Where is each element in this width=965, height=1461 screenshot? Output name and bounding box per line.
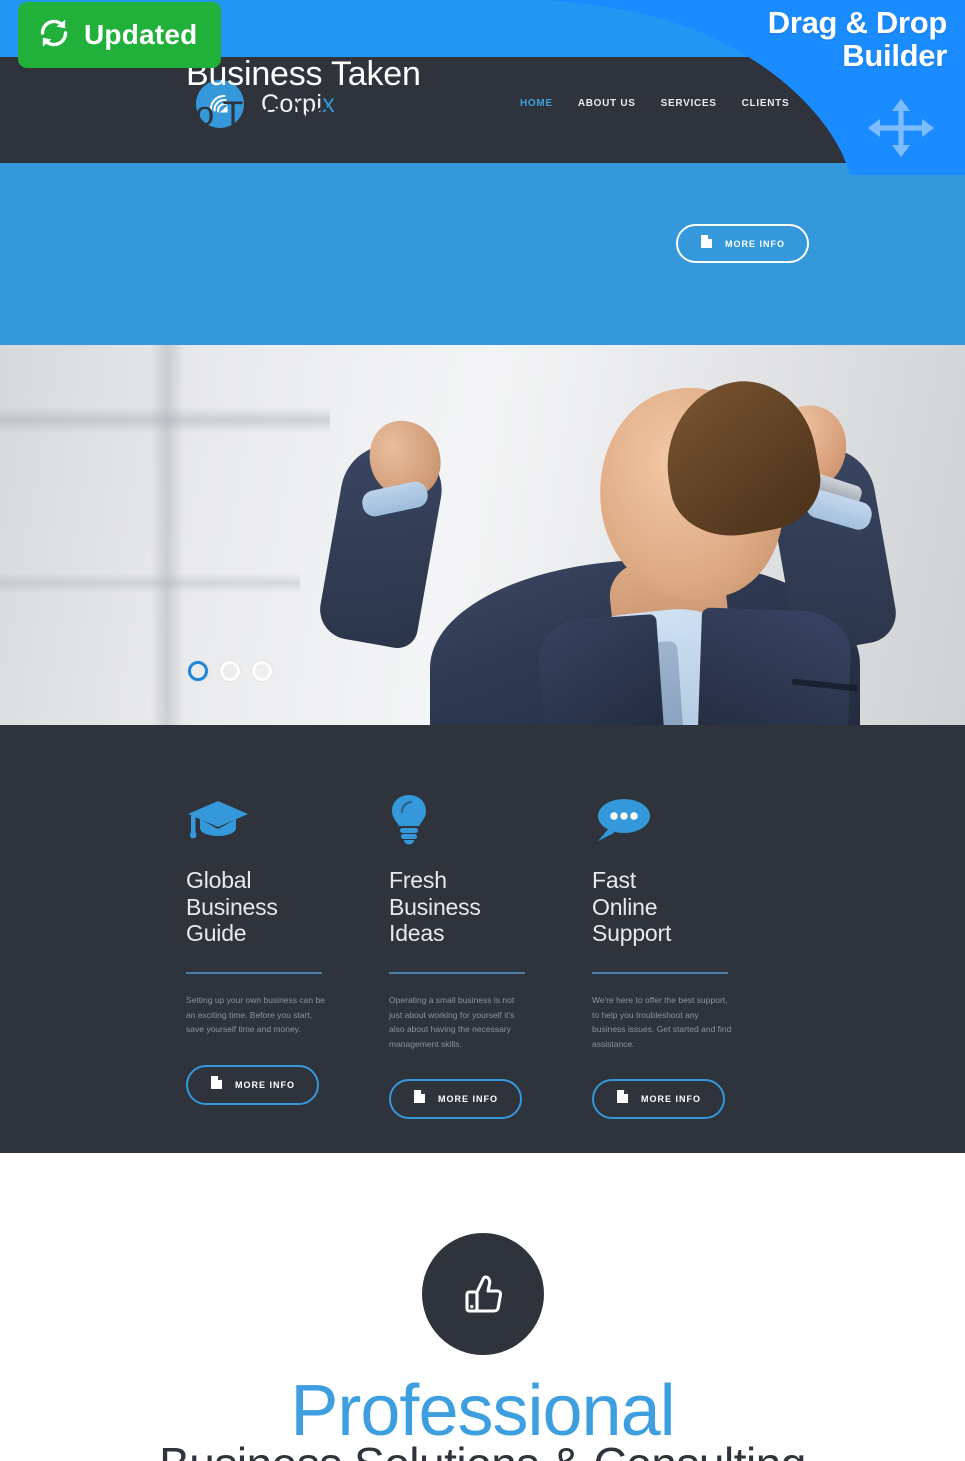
slider-dot-2[interactable] — [220, 661, 240, 681]
nav-item-services[interactable]: SERVICES — [661, 98, 717, 109]
updated-badge-label: Updated — [84, 19, 198, 50]
hero-more-info-label: MORE INFO — [725, 238, 785, 249]
intro-section: Professional Business Solutions & Consul… — [0, 1153, 965, 1461]
feature-divider — [389, 972, 525, 975]
feature-description: Operating a small business is not just a… — [389, 995, 515, 1049]
document-icon — [700, 234, 713, 254]
slider-dot-3[interactable] — [252, 661, 272, 681]
slider-pagination — [188, 661, 272, 681]
photo-background-rail-mid — [0, 573, 300, 593]
feature-title: Fresh Business Ideas — [389, 867, 481, 947]
photo-subject-left-lapel — [536, 613, 664, 735]
feature-divider — [186, 972, 322, 975]
features-grid: Global Business Guide Setting up your ow… — [186, 787, 795, 1120]
main-navigation: HOME ABOUT US SERVICES CLIENTS BLOG CONT… — [520, 98, 931, 109]
photo-background-rail-top — [0, 407, 330, 433]
nav-item-home[interactable]: HOME — [520, 98, 553, 109]
slider-dot-1[interactable] — [188, 661, 208, 681]
feature-title: Fast Online Support — [592, 867, 672, 947]
document-icon — [210, 1075, 223, 1095]
feature-card-fresh-business-ideas: Fresh Business Ideas Operating a small b… — [389, 787, 592, 1120]
document-icon — [616, 1089, 629, 1109]
document-icon — [413, 1089, 426, 1109]
intro-heading-secondary: Business Solutions & Consulting — [0, 1441, 965, 1461]
intro-heading-primary: Professional — [290, 1371, 675, 1451]
photo-background-pillar — [150, 345, 184, 725]
feature-title: Global Business Guide — [186, 867, 278, 947]
feature-more-info-button[interactable]: MORE INFO — [389, 1079, 522, 1120]
hero-title-line2: to The New Heights — [186, 95, 481, 134]
nav-item-blog[interactable]: BLOG — [814, 98, 846, 109]
feature-card-global-business-guide: Global Business Guide Setting up your ow… — [186, 787, 389, 1119]
hero-title-line1: Business Taken — [186, 55, 421, 93]
feature-more-info-button[interactable]: MORE INFO — [592, 1079, 725, 1120]
feature-divider — [592, 972, 728, 975]
hero-band — [0, 163, 965, 345]
lightbulb-icon — [389, 787, 592, 845]
feature-description: Setting up your own business can be an e… — [186, 995, 325, 1035]
graduation-cap-icon — [186, 787, 389, 845]
feature-description: We're here to offer the best support, to… — [592, 995, 732, 1049]
updated-badge: Updated — [18, 2, 222, 68]
photo-subject-right-lapel — [697, 607, 853, 735]
thumbs-up-icon — [421, 1233, 544, 1355]
feature-more-info-label: MORE INFO — [438, 1094, 498, 1105]
hero-title: Business Taken to The New Heights — [186, 54, 481, 135]
refresh-sync-icon — [36, 15, 72, 56]
feature-card-fast-online-support: Fast Online Support We're here to offer … — [592, 787, 795, 1120]
features-section: Global Business Guide Setting up your ow… — [0, 725, 965, 1153]
nav-item-about-us[interactable]: ABOUT US — [578, 98, 636, 109]
hero-more-info-button[interactable]: MORE INFO — [676, 224, 809, 263]
feature-more-info-label: MORE INFO — [235, 1079, 295, 1090]
nav-item-contacts[interactable]: CONTACTS — [871, 98, 931, 109]
chat-bubble-icon — [592, 787, 795, 845]
feature-more-info-button[interactable]: MORE INFO — [186, 1064, 319, 1105]
feature-more-info-label: MORE INFO — [641, 1094, 701, 1105]
nav-item-clients[interactable]: CLIENTS — [742, 98, 790, 109]
page-root: Corpix HOME ABOUT US SERVICES CLIENTS BL… — [0, 0, 965, 1461]
